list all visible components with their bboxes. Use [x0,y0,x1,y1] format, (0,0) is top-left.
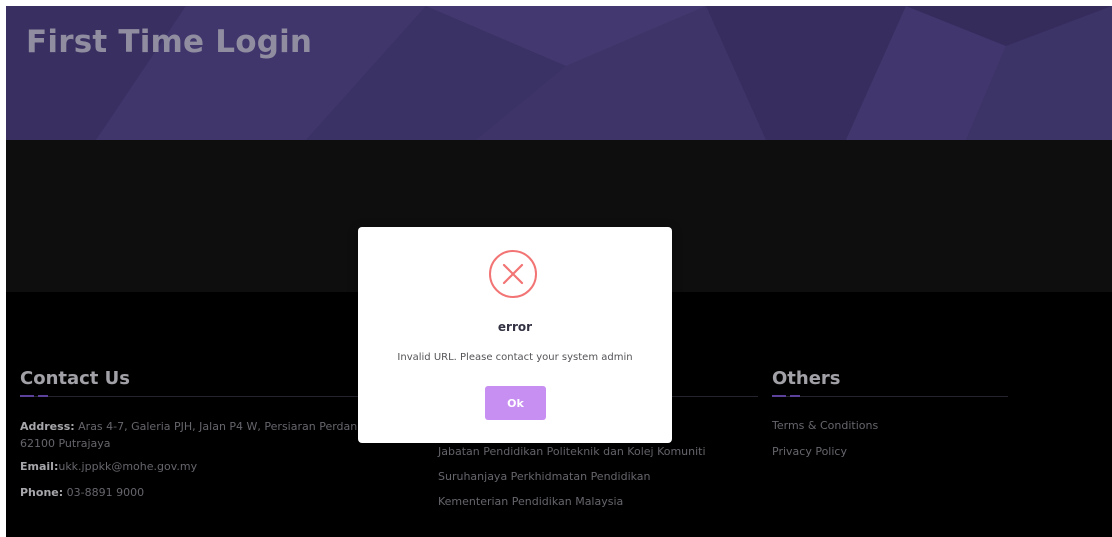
ok-button[interactable]: Ok [485,386,546,420]
error-x-glyph [502,263,524,285]
error-dialog: error Invalid URL. Please contact your s… [358,227,672,443]
dialog-message: Invalid URL. Please contact your system … [397,352,633,363]
dialog-title: error [497,320,533,334]
page-frame: First Time Login Contact Us Address: Ara… [6,6,1112,537]
error-x-icon [489,250,537,298]
